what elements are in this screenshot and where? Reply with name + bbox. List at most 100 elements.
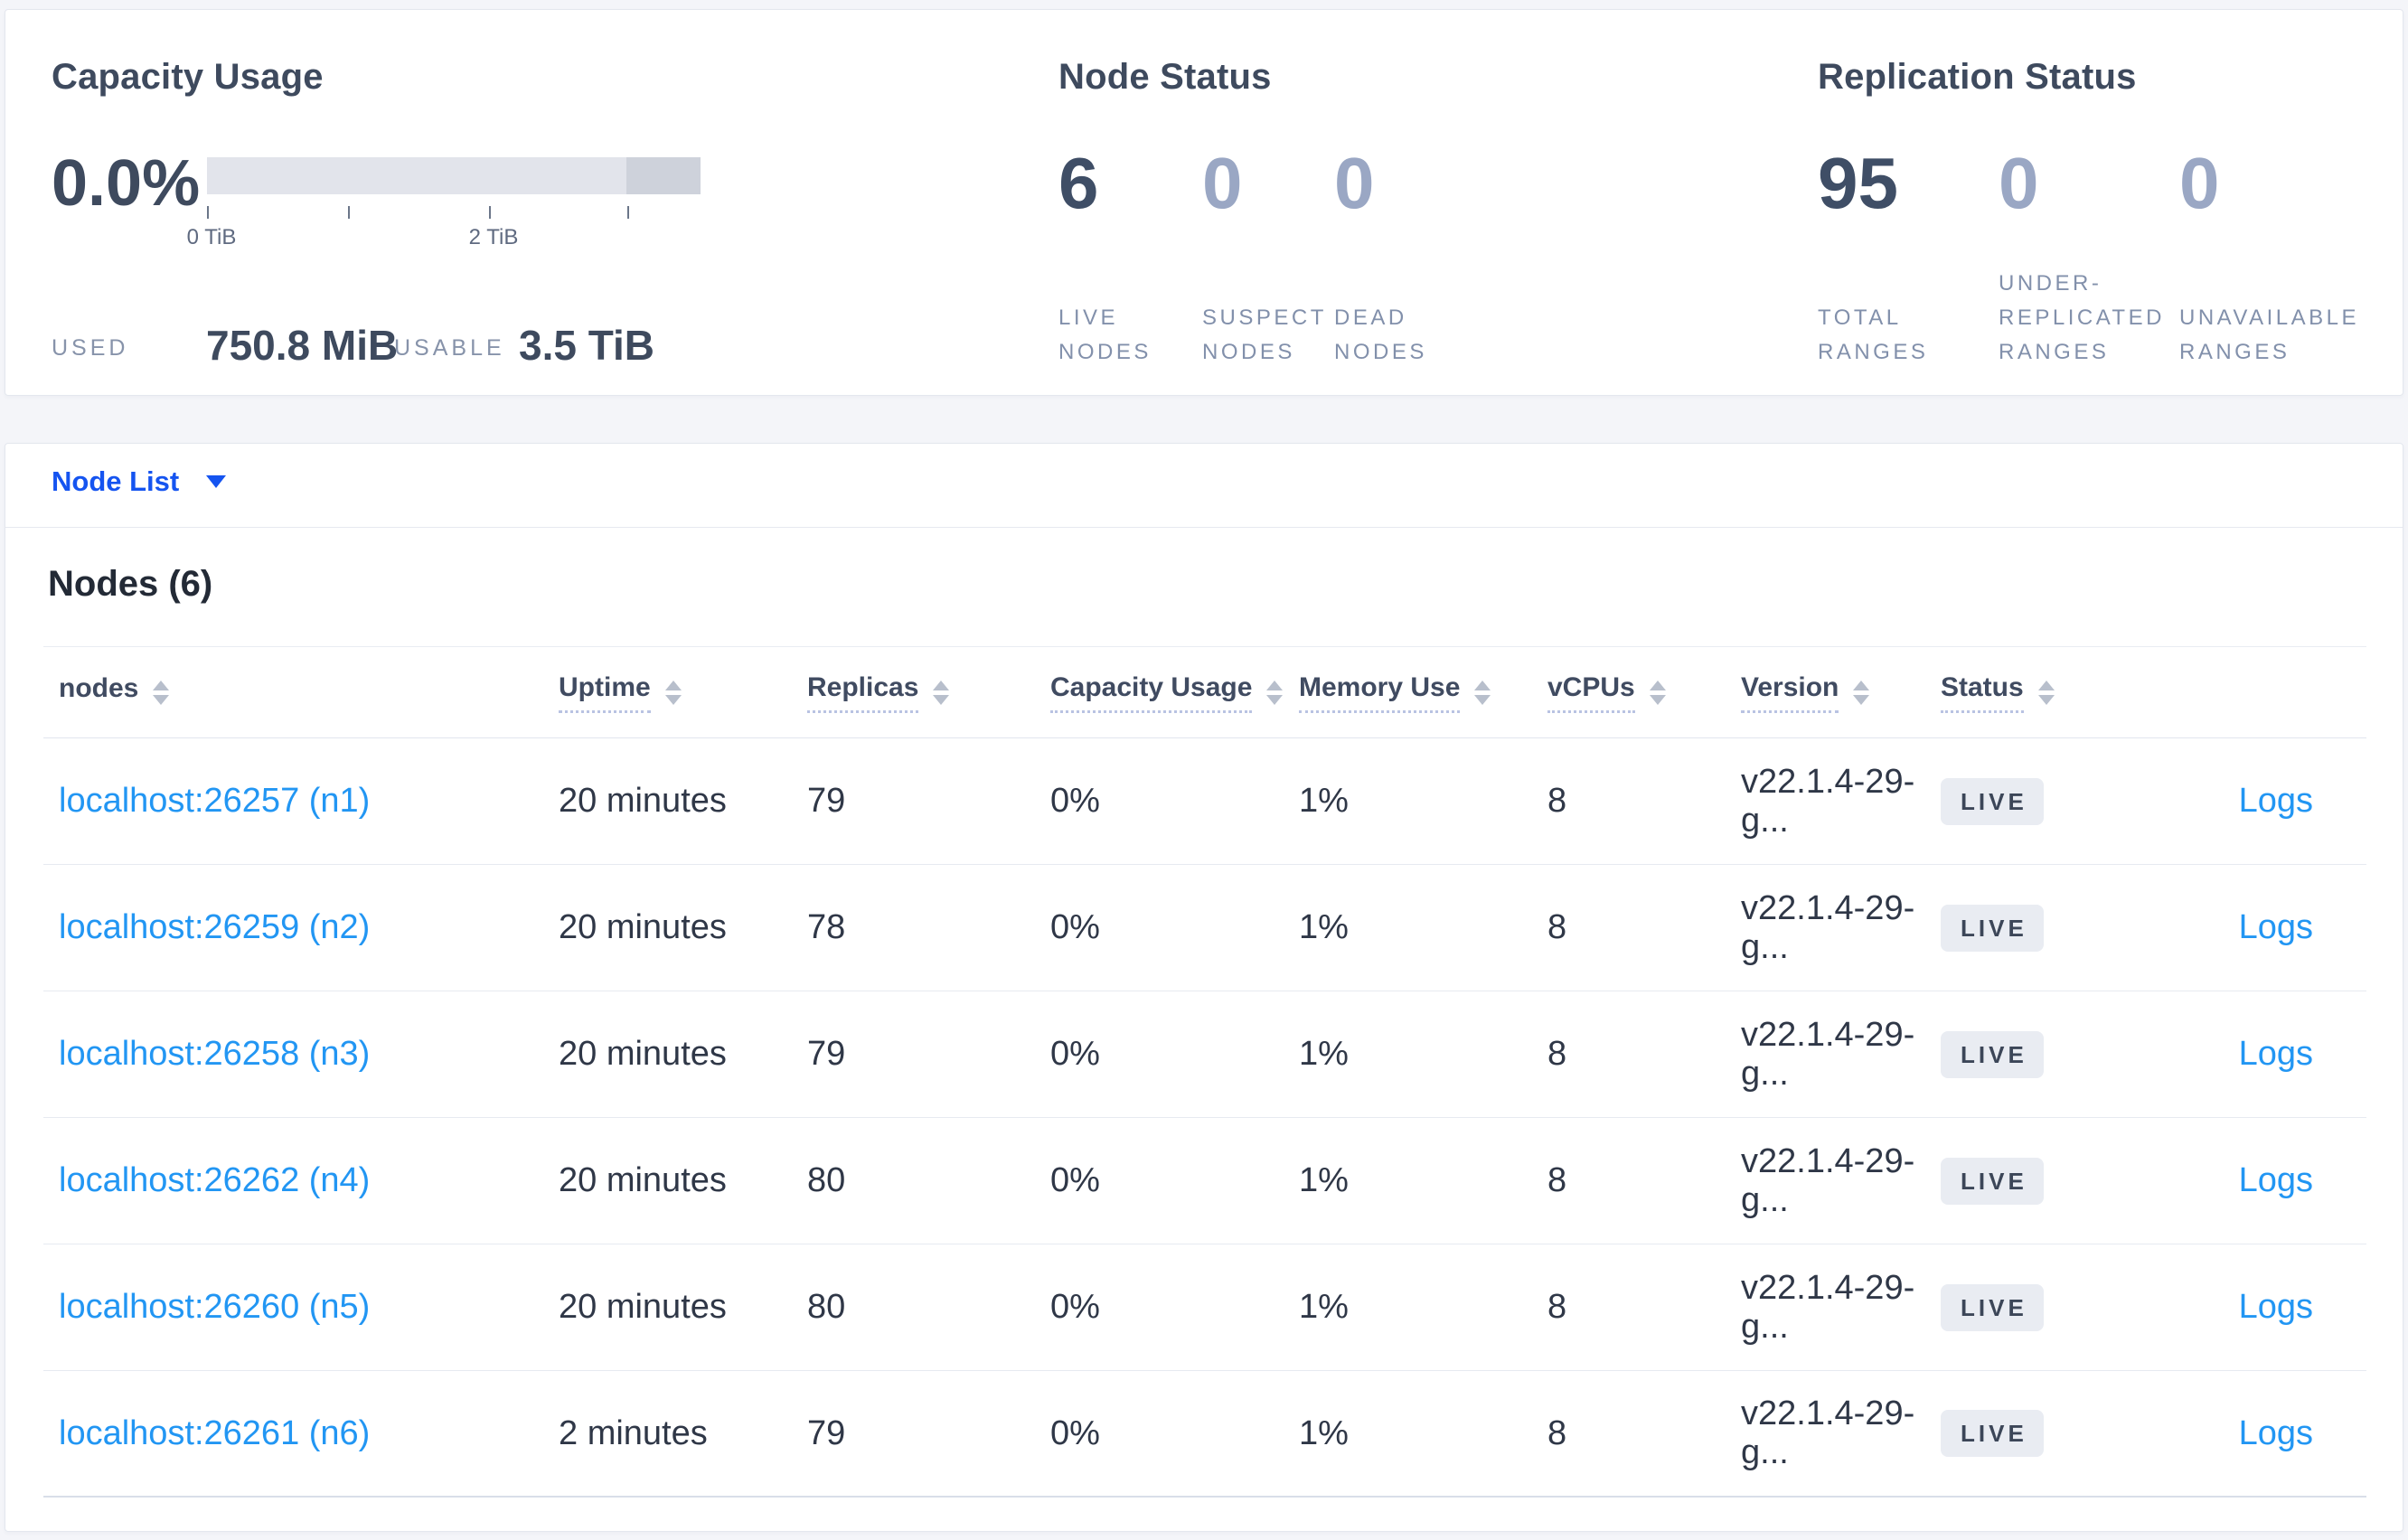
uptime-cell: 20 minutes	[559, 782, 727, 820]
node-list-dropdown[interactable]: Node List	[52, 465, 227, 498]
used-label: USED	[52, 335, 129, 361]
live-status-badge: LIVE	[1941, 904, 2044, 952]
version-cell: v22.1.4-29-g...	[1741, 1141, 1915, 1219]
status-cell: LIVE	[1941, 1410, 2112, 1457]
table-row: localhost:26257 (n1) 20 minutes 79 0% 1%…	[43, 738, 2366, 865]
sort-icon[interactable]	[153, 680, 170, 705]
usable-value: 3.5 TiB	[519, 322, 654, 369]
capacity-usage-title: Capacity Usage	[52, 57, 324, 97]
version-cell: v22.1.4-29-g...	[1741, 1394, 1915, 1471]
uptime-cell: 2 minutes	[559, 1413, 708, 1452]
sort-icon[interactable]	[933, 680, 950, 705]
logs-link[interactable]: Logs	[2112, 1035, 2366, 1074]
replication-status-stats: 95 TOTAL RANGES 0 UNDER- REPLICATED RANGES …	[1818, 146, 2369, 370]
stat-label: TOTAL RANGES	[1818, 305, 1929, 364]
sort-icon[interactable]	[1266, 680, 1284, 705]
column-header-label: Uptime	[559, 672, 651, 713]
version-cell: v22.1.4-29-g...	[1741, 888, 1915, 966]
replication-status-title: Replication Status	[1818, 57, 2137, 97]
table-row: localhost:26260 (n5) 20 minutes 80 0% 1%…	[43, 1244, 2366, 1371]
node-status-title: Node Status	[1058, 57, 1272, 97]
cluster-summary-panel: Capacity Usage 0.0% 0 TiB 2 TiB USED 750…	[5, 9, 2403, 396]
live-status-badge: LIVE	[1941, 1157, 2044, 1205]
stat-column: 0 UNAVAILABLE RANGES	[2179, 146, 2369, 370]
logs-link[interactable]: Logs	[2112, 1288, 2366, 1327]
node-address-link[interactable]: localhost:26260 (n5)	[59, 1288, 559, 1327]
column-header-label: Capacity Usage	[1050, 672, 1253, 713]
node-address-link[interactable]: localhost:26262 (n4)	[59, 1161, 559, 1200]
column-header-label: nodes	[59, 673, 139, 703]
replicas-cell: 79	[807, 1035, 846, 1073]
uptime-cell: 20 minutes	[559, 1288, 727, 1326]
live-status-badge: LIVE	[1941, 777, 2044, 825]
live-status-badge: LIVE	[1941, 1030, 2044, 1078]
capacity-usage-cell: 0%	[1050, 1288, 1100, 1326]
node-address-link[interactable]: localhost:26257 (n1)	[59, 782, 559, 821]
stat-label: UNAVAILABLE RANGES	[2179, 305, 2360, 364]
logs-link[interactable]: Logs	[2112, 908, 2366, 947]
sort-icon[interactable]	[664, 680, 682, 705]
used-value: 750.8 MiB	[206, 322, 399, 369]
node-address-link[interactable]: localhost:26261 (n6)	[59, 1414, 559, 1453]
sort-icon[interactable]	[1649, 680, 1666, 705]
version-cell: v22.1.4-29-g...	[1741, 762, 1915, 840]
column-header-label: Memory Use	[1299, 672, 1461, 713]
nodes-table: nodes Uptime Replicas Capacity Usage Mem…	[43, 646, 2366, 1498]
column-header-capacity-usage[interactable]: Capacity Usage	[1050, 672, 1299, 713]
column-header-uptime[interactable]: Uptime	[559, 672, 807, 713]
node-address-link[interactable]: localhost:26259 (n2)	[59, 908, 559, 947]
sort-icon[interactable]	[1853, 680, 1870, 705]
sort-icon[interactable]	[1474, 680, 1491, 705]
capacity-tick-label-0: 0 TiB	[186, 225, 237, 249]
stat-column: 95 TOTAL RANGES	[1818, 146, 1999, 370]
replicas-cell: 80	[807, 1161, 846, 1199]
column-header-version[interactable]: Version	[1741, 672, 1941, 713]
capacity-bar-dark-segment	[626, 157, 701, 194]
logs-link[interactable]: Logs	[2112, 1161, 2366, 1200]
stat-value: 0	[1999, 143, 2039, 223]
memory-use-cell: 1%	[1299, 1288, 1349, 1326]
memory-use-cell: 1%	[1299, 1161, 1349, 1199]
stat-value: 6	[1058, 143, 1099, 223]
uptime-cell: 20 minutes	[559, 908, 727, 946]
capacity-bar-ticks	[207, 201, 701, 219]
replicas-cell: 79	[807, 1413, 846, 1452]
version-cell: v22.1.4-29-g...	[1741, 1015, 1915, 1093]
vcpus-cell: 8	[1547, 1035, 1567, 1073]
status-cell: LIVE	[1941, 904, 2112, 952]
vcpus-cell: 8	[1547, 1288, 1567, 1326]
stat-label: UNDER- REPLICATED RANGES	[1999, 271, 2165, 364]
memory-use-cell: 1%	[1299, 1035, 1349, 1073]
version-cell: v22.1.4-29-g...	[1741, 1268, 1915, 1346]
table-row: localhost:26259 (n2) 20 minutes 78 0% 1%…	[43, 865, 2366, 991]
live-status-badge: LIVE	[1941, 1283, 2044, 1331]
sort-icon[interactable]	[2037, 680, 2055, 705]
column-header-label: Version	[1741, 672, 1839, 713]
stat-column: 6 LIVE NODES	[1058, 146, 1202, 370]
column-header-vcpus[interactable]: vCPUs	[1547, 672, 1741, 713]
logs-link[interactable]: Logs	[2112, 1414, 2366, 1453]
column-header-replicas[interactable]: Replicas	[807, 672, 1050, 713]
column-header-nodes[interactable]: nodes	[59, 673, 559, 711]
stat-label: SUSPECT NODES	[1202, 305, 1327, 364]
column-header-status[interactable]: Status	[1941, 672, 2112, 713]
vcpus-cell: 8	[1547, 1413, 1567, 1452]
stat-value: 0	[2179, 143, 2220, 223]
stat-label: LIVE NODES	[1058, 305, 1152, 364]
memory-use-cell: 1%	[1299, 782, 1349, 820]
column-header-label: Replicas	[807, 672, 919, 713]
node-address-link[interactable]: localhost:26258 (n3)	[59, 1035, 559, 1074]
column-header-memory-use[interactable]: Memory Use	[1299, 672, 1547, 713]
nodes-table-header: nodes Uptime Replicas Capacity Usage Mem…	[43, 647, 2366, 738]
capacity-usage-cell: 0%	[1050, 908, 1100, 946]
table-row: localhost:26262 (n4) 20 minutes 80 0% 1%…	[43, 1118, 2366, 1244]
status-cell: LIVE	[1941, 1283, 2112, 1331]
logs-link[interactable]: Logs	[2112, 782, 2366, 821]
memory-use-cell: 1%	[1299, 908, 1349, 946]
memory-use-cell: 1%	[1299, 1413, 1349, 1452]
node-list-dropdown-label: Node List	[52, 465, 180, 497]
replicas-cell: 79	[807, 782, 846, 820]
node-list-header-bar: Node List	[5, 444, 2403, 528]
status-cell: LIVE	[1941, 777, 2112, 825]
vcpus-cell: 8	[1547, 1161, 1567, 1199]
